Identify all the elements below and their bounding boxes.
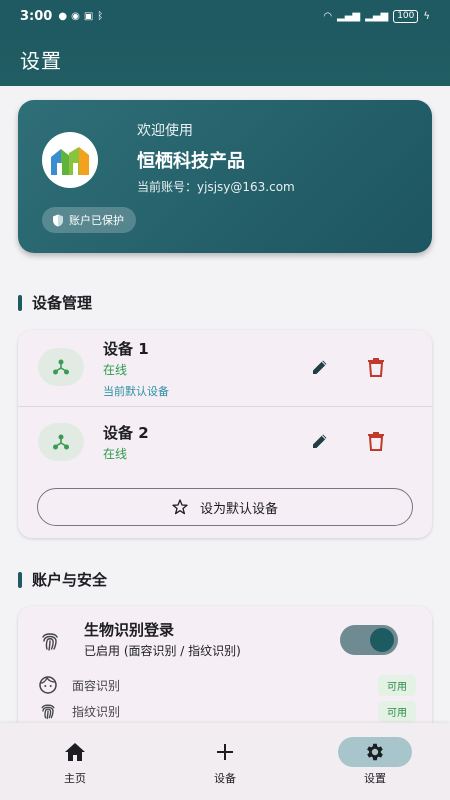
nav-home-label: 主页 xyxy=(64,772,86,785)
account-protected-badge: 账户已保护 xyxy=(42,207,136,233)
section-accent-bar xyxy=(18,571,22,588)
product-logo xyxy=(42,132,98,188)
device-row-2[interactable]: 设备 2 在线 xyxy=(18,407,432,479)
available-badge: 可用 xyxy=(378,700,416,722)
device-row-1[interactable]: 设备 1 在线 当前默认设备 xyxy=(18,330,432,406)
status-bar: 3:00 ● ◉ ▣ ᛒ ◠ ▂▄▆ ▂▄▆ 100 ϟ xyxy=(0,0,450,32)
security-section-label: 账户与安全 xyxy=(32,571,108,589)
wifi-icon: ◠ xyxy=(323,10,333,22)
set-default-label: 设为默认设备 xyxy=(199,501,278,517)
device-section-label: 设备管理 xyxy=(32,294,93,312)
toggle-knob xyxy=(370,628,394,652)
set-default-device-button[interactable]: 设为默认设备 xyxy=(37,488,413,526)
available-badge: 可用 xyxy=(378,674,416,696)
fingerprint-label: 指纹识别 xyxy=(72,704,121,719)
device-name: 设备 2 xyxy=(103,424,149,442)
gear-icon xyxy=(367,743,383,761)
device-name: 设备 1 xyxy=(103,340,149,358)
nav-settings[interactable]: 设置 xyxy=(300,723,450,800)
face-recognition-label: 面容识别 xyxy=(72,678,121,693)
notification-icon: ● xyxy=(58,10,68,22)
charging-icon: ϟ xyxy=(423,10,430,22)
security-section-title: 账户与安全 xyxy=(18,569,107,590)
app-bar: 设置 xyxy=(0,32,450,86)
status-time: 3:00 xyxy=(20,8,53,24)
fingerprint-icon xyxy=(41,704,55,720)
device-card: 设备 1 在线 当前默认设备 设备 2 在线 设为默认设备 xyxy=(18,330,432,538)
section-accent-bar xyxy=(18,294,22,311)
fingerprint-row: 指纹识别 可用 xyxy=(38,700,416,722)
welcome-greeting: 欢迎使用 xyxy=(137,123,193,139)
biometric-title: 生物识别登录 xyxy=(84,621,175,639)
pencil-icon xyxy=(313,434,327,448)
account-line: 当前账号：yjsjsy@163.com xyxy=(137,180,295,194)
delete-device-button[interactable] xyxy=(361,352,391,382)
protected-label: 账户已保护 xyxy=(69,214,124,227)
delete-device-button[interactable] xyxy=(361,426,391,456)
default-device-label: 当前默认设备 xyxy=(103,385,169,398)
nav-devices-label: 设备 xyxy=(214,772,236,785)
status-left-icons: ● ◉ ▣ ᛒ xyxy=(58,11,103,22)
face-recognition-row: 面容识别 可用 xyxy=(38,674,416,696)
nav-devices-pill xyxy=(188,737,262,767)
biometric-toggle[interactable] xyxy=(340,625,398,655)
device-hub-icon xyxy=(38,423,84,461)
status-right-icons: ◠ ▂▄▆ ▂▄▆ 100 ϟ xyxy=(323,9,430,23)
nav-settings-label: 设置 xyxy=(364,772,386,785)
home-icon xyxy=(65,743,85,761)
fingerprint-icon xyxy=(38,629,62,657)
trash-icon xyxy=(368,358,384,377)
shield-icon xyxy=(53,214,63,226)
signal-icon: ▂▄▆ xyxy=(337,10,361,22)
eye-icon: ◉ xyxy=(71,10,80,22)
device-status: 在线 xyxy=(103,363,128,377)
biometric-subtitle: 已启用 (面容识别 / 指纹识别) xyxy=(84,644,241,658)
battery-indicator: 100 xyxy=(393,9,419,23)
device-section-title: 设备管理 xyxy=(18,292,92,313)
edit-device-button[interactable] xyxy=(305,352,335,382)
signal-icon-2: ▂▄▆ xyxy=(365,10,389,22)
edit-device-button[interactable] xyxy=(305,426,335,456)
nfc-icon: ▣ xyxy=(83,10,94,22)
trash-icon xyxy=(368,432,384,451)
page-title: 设置 xyxy=(20,48,62,73)
face-icon xyxy=(39,676,57,694)
plus-icon xyxy=(217,744,233,760)
nav-home-pill xyxy=(38,737,112,767)
product-name: 恒栖科技产品 xyxy=(137,151,245,172)
device-hub-icon xyxy=(38,348,84,386)
bluetooth-icon: ᛒ xyxy=(97,10,104,22)
nav-settings-pill xyxy=(338,737,412,767)
nav-devices[interactable]: 设备 xyxy=(150,723,300,800)
star-outline-icon xyxy=(172,499,188,515)
device-status: 在线 xyxy=(103,447,128,461)
house-logo-icon xyxy=(51,147,89,175)
bottom-navigation: 主页 设备 设置 xyxy=(0,723,450,800)
nav-home[interactable]: 主页 xyxy=(0,723,150,800)
welcome-card: 欢迎使用 恒栖科技产品 当前账号：yjsjsy@163.com 账户已保护 xyxy=(18,100,432,253)
pencil-icon xyxy=(313,360,327,374)
